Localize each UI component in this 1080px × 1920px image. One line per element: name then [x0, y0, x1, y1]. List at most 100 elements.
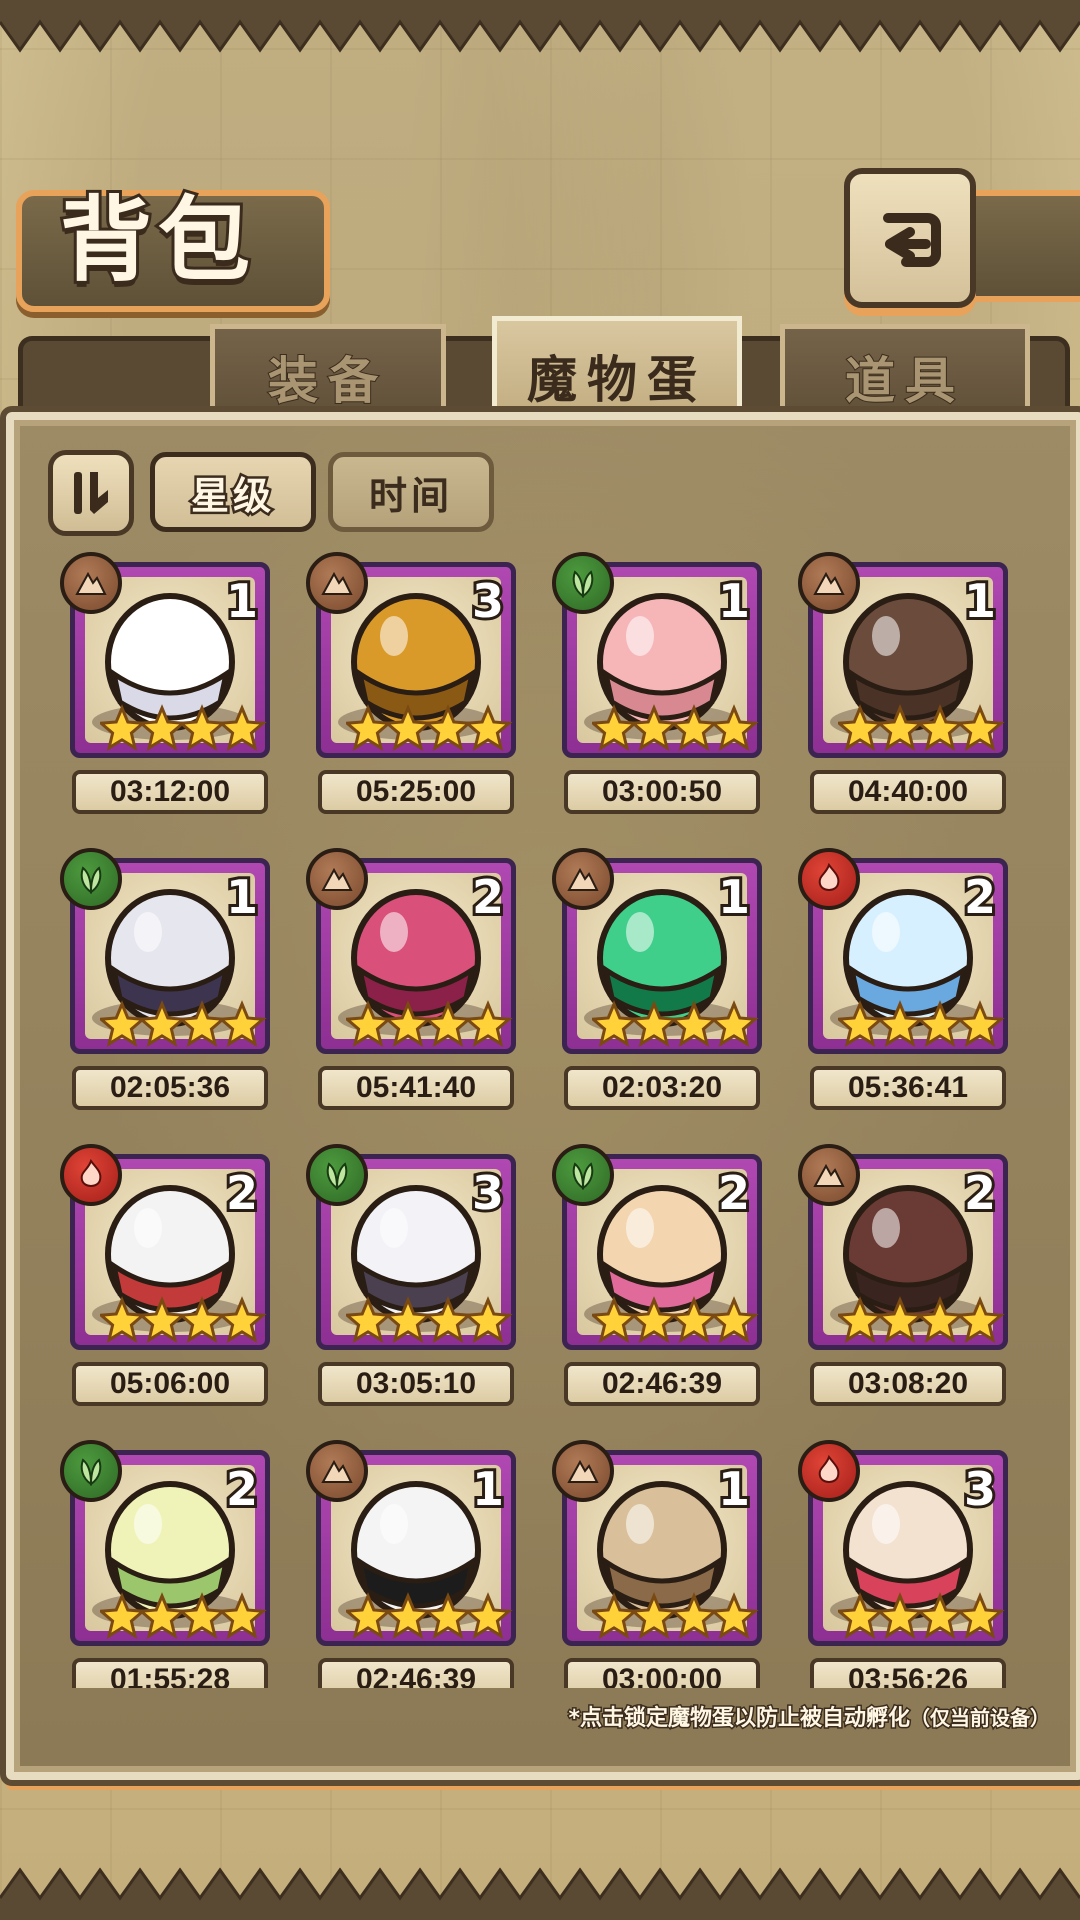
star-icon — [629, 1000, 679, 1047]
egg-card[interactable]: 2 03:08:20 — [798, 1144, 1008, 1406]
star-rating — [100, 1000, 267, 1047]
star-icon — [669, 1296, 719, 1343]
star-icon — [177, 1000, 227, 1047]
tab-items[interactable]: 道具 — [780, 324, 1030, 425]
hatch-timer: 02:03:20 — [564, 1066, 760, 1110]
star-icon — [100, 1592, 147, 1639]
star-icon — [955, 704, 1005, 751]
lock-hint-sub: （仅当前设备） — [909, 1705, 1052, 1732]
star-icon — [100, 704, 147, 751]
element-leaf-icon — [60, 1440, 122, 1502]
star-icon — [709, 1000, 759, 1047]
hatch-timer: 05:41:40 — [318, 1066, 514, 1110]
star-icon — [669, 1000, 719, 1047]
star-icon — [137, 1592, 187, 1639]
star-icon — [217, 1592, 267, 1639]
bottom-border-zigzag — [0, 1867, 1080, 1920]
element-leaf-icon — [552, 552, 614, 614]
star-icon — [915, 704, 965, 751]
star-icon — [955, 1296, 1005, 1343]
hatch-timer: 05:36:41 — [810, 1066, 1006, 1110]
egg-count: 1 — [961, 571, 999, 631]
sort-by-star-button[interactable]: 星级 — [150, 452, 316, 532]
star-icon — [838, 1592, 885, 1639]
page-title: 背包 — [57, 183, 257, 297]
egg-card[interactable]: 1 03:00:00 — [552, 1440, 762, 1688]
star-icon — [383, 1592, 433, 1639]
star-icon — [875, 1296, 925, 1343]
egg-card[interactable]: 1 02:05:36 — [60, 848, 270, 1110]
egg-card[interactable]: 3 03:56:26 — [798, 1440, 1008, 1688]
star-icon — [346, 1592, 393, 1639]
hatch-timer: 02:46:39 — [318, 1658, 514, 1688]
star-icon — [592, 704, 639, 751]
hatch-timer: 01:55:28 — [72, 1658, 268, 1688]
egg-card[interactable]: 3 03:05:10 — [306, 1144, 516, 1406]
star-icon — [137, 704, 187, 751]
egg-card[interactable]: 2 05:06:00 — [60, 1144, 270, 1406]
egg-count: 2 — [961, 1163, 999, 1223]
back-button[interactable] — [844, 168, 976, 308]
star-icon — [383, 1296, 433, 1343]
star-icon — [915, 1296, 965, 1343]
star-rating — [838, 704, 1005, 751]
star-icon — [875, 704, 925, 751]
star-icon — [137, 1296, 187, 1343]
hatch-timer: 03:05:10 — [318, 1362, 514, 1406]
egg-card[interactable]: 2 05:36:41 — [798, 848, 1008, 1110]
egg-card[interactable]: 2 01:55:28 — [60, 1440, 270, 1688]
element-earth-icon — [306, 848, 368, 910]
egg-card[interactable]: 3 05:25:00 — [306, 552, 516, 814]
star-icon — [955, 1592, 1005, 1639]
egg-count: 1 — [469, 1459, 507, 1519]
egg-card[interactable]: 2 02:46:39 — [552, 1144, 762, 1406]
star-icon — [177, 704, 227, 751]
egg-count: 1 — [715, 867, 753, 927]
star-icon — [915, 1592, 965, 1639]
lock-hint-main: *点击锁定魔物蛋以防止被自动孵化 — [567, 1705, 912, 1733]
star-icon — [100, 1000, 147, 1047]
star-icon — [383, 1000, 433, 1047]
sort-order-button[interactable] — [48, 450, 134, 536]
egg-card[interactable]: 1 02:46:39 — [306, 1440, 516, 1688]
star-icon — [955, 1000, 1005, 1047]
star-icon — [346, 704, 393, 751]
star-icon — [838, 704, 885, 751]
egg-card[interactable]: 1 02:03:20 — [552, 848, 762, 1110]
egg-count: 3 — [961, 1459, 999, 1519]
egg-card[interactable]: 2 05:41:40 — [306, 848, 516, 1110]
star-rating — [592, 704, 759, 751]
egg-count: 2 — [469, 867, 507, 927]
hatch-timer: 03:08:20 — [810, 1362, 1006, 1406]
star-icon — [137, 1000, 187, 1047]
element-earth-icon — [306, 1440, 368, 1502]
hatch-timer: 05:06:00 — [72, 1362, 268, 1406]
star-rating — [346, 1000, 513, 1047]
element-leaf-icon — [60, 848, 122, 910]
star-icon — [915, 1000, 965, 1047]
star-rating — [346, 704, 513, 751]
egg-card[interactable]: 1 03:12:00 — [60, 552, 270, 814]
star-icon — [875, 1000, 925, 1047]
star-rating — [592, 1000, 759, 1047]
star-rating — [838, 1296, 1005, 1343]
egg-card[interactable]: 1 03:00:50 — [552, 552, 762, 814]
hatch-timer: 03:00:00 — [564, 1658, 760, 1688]
star-icon — [346, 1296, 393, 1343]
element-earth-icon — [60, 552, 122, 614]
star-icon — [423, 1296, 473, 1343]
tab-equipment[interactable]: 装备 — [210, 324, 446, 425]
star-icon — [217, 1296, 267, 1343]
star-rating — [838, 1592, 1005, 1639]
star-icon — [629, 704, 679, 751]
star-icon — [423, 1000, 473, 1047]
egg-count: 2 — [715, 1163, 753, 1223]
egg-card[interactable]: 1 04:40:00 — [798, 552, 1008, 814]
hatch-timer: 04:40:00 — [810, 770, 1006, 814]
hatch-timer: 03:00:50 — [564, 770, 760, 814]
egg-grid: 1 03:12:00 3 05:25:00 1 03:00:50 1 04:40:00 1 02:… — [40, 540, 1040, 1688]
element-earth-icon — [798, 1144, 860, 1206]
star-icon — [669, 1592, 719, 1639]
sort-by-time-button[interactable]: 时间 — [328, 452, 494, 532]
egg-count: 1 — [715, 1459, 753, 1519]
